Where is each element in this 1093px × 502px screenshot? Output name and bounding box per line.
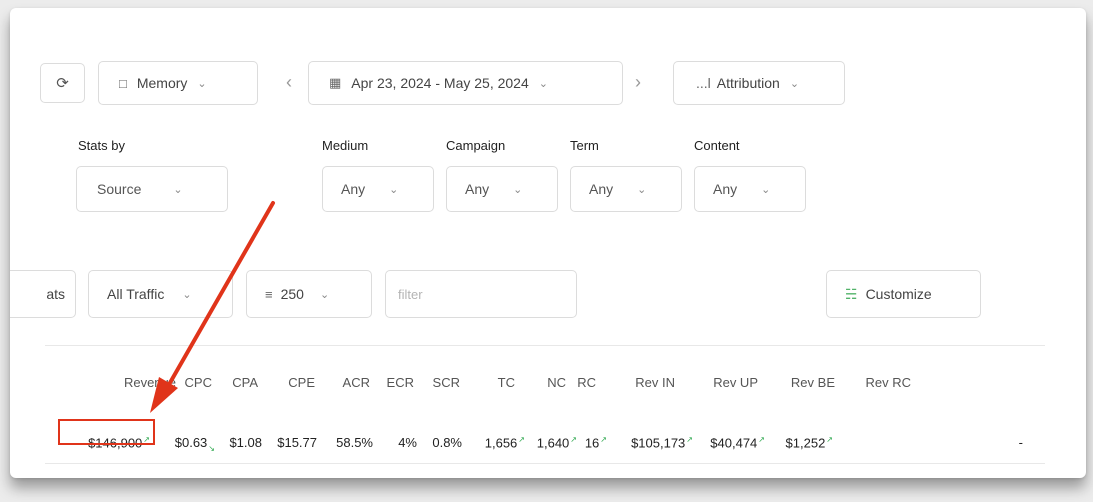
col-header[interactable]: Rev BE bbox=[791, 375, 835, 390]
content-value: Any bbox=[713, 181, 738, 197]
stats-table: Revenue CPC CPA CPE ACR ECR SCR TC NC RC… bbox=[45, 345, 1045, 465]
table-top-divider bbox=[45, 345, 1045, 346]
date-range-label: Apr 23, 2024 - May 25, 2024 bbox=[351, 75, 529, 91]
chevron-down-icon: ⌄ bbox=[538, 77, 548, 90]
calendar-icon: ▦ bbox=[329, 75, 342, 90]
col-header[interactable]: RC bbox=[577, 375, 596, 390]
term-value: Any bbox=[589, 181, 614, 197]
next-range-icon[interactable]: › bbox=[635, 72, 641, 93]
chevron-down-icon: ⌄ bbox=[197, 77, 207, 90]
attribution-label: Attribution bbox=[716, 75, 780, 91]
table-cell: $1,252↗ bbox=[785, 435, 833, 451]
table-cell: 1,656↗ bbox=[484, 435, 525, 451]
table-cell: - bbox=[1018, 435, 1023, 450]
stats-by-value: Source bbox=[97, 181, 142, 197]
col-header[interactable]: Rev RC bbox=[865, 375, 911, 390]
stats-by-select[interactable]: Source ⌄ bbox=[76, 166, 228, 212]
col-header[interactable]: Rev UP bbox=[713, 375, 758, 390]
trend-down-icon: ↘ bbox=[208, 443, 215, 453]
table-cell: 0.8% bbox=[432, 435, 462, 450]
trend-up-icon: ↗ bbox=[826, 435, 833, 444]
trend-up-icon: ↗ bbox=[686, 435, 693, 444]
analytics-panel: ⟳ □ Memory ⌄ ‹ ▦ Apr 23, 2024 - May 25, … bbox=[10, 8, 1086, 478]
table-cell: 16↗ bbox=[584, 435, 607, 451]
memory-dropdown[interactable]: □ Memory ⌄ bbox=[98, 61, 258, 105]
content-label: Content bbox=[694, 138, 740, 153]
medium-value: Any bbox=[341, 181, 366, 197]
table-cell: $146,900↗ bbox=[88, 435, 150, 451]
attribution-icon: ...l bbox=[696, 75, 711, 91]
stats-tab-label: ats bbox=[46, 286, 65, 302]
campaign-select[interactable]: Any ⌄ bbox=[446, 166, 558, 212]
col-header[interactable]: SCR bbox=[433, 375, 460, 390]
trend-up-icon: ↗ bbox=[518, 435, 525, 444]
table-bottom-divider bbox=[45, 463, 1045, 464]
col-header[interactable]: CPC bbox=[185, 375, 212, 390]
memory-label: Memory bbox=[136, 75, 188, 91]
col-header[interactable]: Rev IN bbox=[635, 375, 675, 390]
attribution-dropdown[interactable]: ...l Attribution ⌄ bbox=[673, 61, 845, 105]
table-cell: $1.08 bbox=[229, 435, 262, 450]
chevron-down-icon: ⌄ bbox=[513, 183, 523, 196]
traffic-dropdown[interactable]: All Traffic ⌄ bbox=[88, 270, 233, 318]
table-cell: 58.5% bbox=[336, 435, 373, 450]
calendar-icon: □ bbox=[119, 75, 127, 91]
chevron-down-icon: ⌄ bbox=[182, 288, 192, 301]
chevron-down-icon: ⌄ bbox=[173, 183, 183, 196]
col-header[interactable]: ACR bbox=[343, 375, 370, 390]
campaign-label: Campaign bbox=[446, 138, 506, 153]
term-select[interactable]: Any ⌄ bbox=[570, 166, 682, 212]
date-range-picker[interactable]: ▦ Apr 23, 2024 - May 25, 2024 ⌄ bbox=[308, 61, 623, 105]
chevron-down-icon: ⌄ bbox=[389, 183, 399, 196]
chevron-down-icon: ⌄ bbox=[761, 183, 771, 196]
col-header[interactable]: CPE bbox=[288, 375, 315, 390]
chevron-down-icon: ⌄ bbox=[319, 288, 330, 301]
traffic-value: All Traffic bbox=[107, 286, 165, 302]
list-icon: ≡ bbox=[265, 286, 273, 302]
trend-up-icon: ↗ bbox=[143, 435, 150, 444]
rows-value: 250 bbox=[280, 286, 304, 302]
customize-label: Customize bbox=[865, 286, 932, 302]
medium-select[interactable]: Any ⌄ bbox=[322, 166, 434, 212]
term-label: Term bbox=[570, 138, 599, 153]
prev-range-icon[interactable]: ‹ bbox=[286, 72, 292, 93]
columns-icon: ☵ bbox=[845, 285, 858, 302]
table-cell: $105,173↗ bbox=[631, 435, 693, 451]
table-cell: $15.77 bbox=[277, 435, 317, 450]
table-cell: 1,640↗ bbox=[536, 435, 577, 451]
customize-button[interactable]: ☵ Customize bbox=[826, 270, 981, 318]
table-cell: $40,474↗ bbox=[710, 435, 765, 451]
trend-up-icon: ↗ bbox=[600, 435, 607, 444]
refresh-icon: ⟳ bbox=[56, 75, 69, 92]
rows-dropdown[interactable]: ≡ 250 ⌄ bbox=[246, 270, 372, 318]
table-cell: 4% bbox=[398, 435, 417, 450]
col-header[interactable]: ECR bbox=[387, 375, 414, 390]
col-header[interactable]: Revenue bbox=[124, 375, 176, 390]
campaign-value: Any bbox=[465, 181, 490, 197]
chevron-down-icon: ⌄ bbox=[637, 183, 647, 196]
col-header[interactable]: NC bbox=[547, 375, 566, 390]
col-header[interactable]: TC bbox=[498, 375, 515, 390]
filter-input[interactable] bbox=[385, 270, 577, 318]
trend-up-icon: ↗ bbox=[570, 435, 577, 444]
stats-by-label: Stats by bbox=[78, 138, 125, 153]
content-select[interactable]: Any ⌄ bbox=[694, 166, 806, 212]
refresh-button[interactable]: ⟳ bbox=[40, 63, 85, 103]
chevron-down-icon: ⌄ bbox=[789, 77, 800, 90]
col-header[interactable]: CPA bbox=[232, 375, 258, 390]
trend-up-icon: ↗ bbox=[758, 435, 765, 444]
stats-tab[interactable]: ats bbox=[10, 270, 76, 318]
table-cell: $0.63↘ bbox=[174, 435, 215, 453]
medium-label: Medium bbox=[322, 138, 369, 153]
